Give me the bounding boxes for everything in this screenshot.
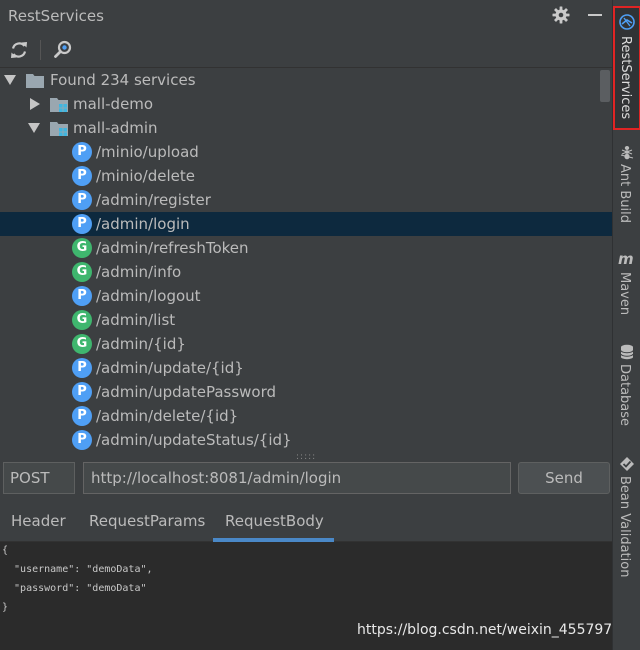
toolbar xyxy=(0,32,612,68)
side-tab-bean-validation[interactable]: Bean Validation xyxy=(613,454,640,578)
post-method-icon: P xyxy=(72,166,92,186)
service-path: /admin/updateStatus/{id} xyxy=(96,431,292,449)
rest-services-panel: RestServices Found 234 services mall-dem… xyxy=(0,0,630,650)
service-item[interactable]: P /minio/upload xyxy=(0,140,612,164)
send-button[interactable]: Send xyxy=(518,462,610,494)
module-folder-icon xyxy=(50,98,68,112)
package-folder-icon xyxy=(26,74,44,88)
side-tab-label: Database xyxy=(617,364,632,427)
service-tree: Found 234 services mall-demo mall-admin … xyxy=(0,68,612,460)
panel-header: RestServices xyxy=(0,0,612,32)
tree-root[interactable]: Found 234 services xyxy=(0,68,612,92)
service-path: /minio/upload xyxy=(96,143,199,161)
right-tool-strip: RestServices Ant Build m Maven Database … xyxy=(612,0,640,650)
side-tab-maven[interactable]: m Maven xyxy=(613,250,640,320)
chevron-down-icon[interactable] xyxy=(28,123,40,133)
service-path: /admin/refreshToken xyxy=(96,239,249,257)
service-path: /minio/delete xyxy=(96,167,195,185)
service-item[interactable]: P /admin/updatePassword xyxy=(0,380,612,404)
minimize-icon[interactable] xyxy=(588,14,602,16)
search-icon[interactable] xyxy=(52,39,74,61)
post-method-icon: P xyxy=(72,190,92,210)
service-path: /admin/login xyxy=(96,215,190,233)
module-folder-icon xyxy=(50,122,68,136)
request-tabs: Header RequestParams RequestBody xyxy=(0,502,612,542)
service-path: /admin/updatePassword xyxy=(96,383,277,401)
request-bar: POST http://localhost:8081/admin/login S… xyxy=(0,460,612,500)
get-method-icon: G xyxy=(72,334,92,354)
service-path: /admin/update/{id} xyxy=(96,359,244,377)
method-select[interactable]: POST xyxy=(3,462,75,494)
toolbar-separator xyxy=(40,40,41,60)
tree-module-mall-demo[interactable]: mall-demo xyxy=(0,92,612,116)
side-tab-rest-services[interactable]: RestServices xyxy=(613,6,640,130)
side-tab-label: RestServices xyxy=(618,36,633,120)
service-item[interactable]: G /admin/refreshToken xyxy=(0,236,612,260)
watermark: https://blog.csdn.net/weixin_45579770 xyxy=(357,622,631,638)
tree-scrollbar[interactable] xyxy=(600,70,610,102)
service-item-selected[interactable]: P /admin/login xyxy=(0,212,612,236)
module-label: mall-admin xyxy=(73,119,158,137)
side-tab-database[interactable]: Database xyxy=(613,342,640,426)
post-method-icon: P xyxy=(72,406,92,426)
side-tab-label: Maven xyxy=(617,272,632,316)
tab-request-params[interactable]: RequestParams xyxy=(89,512,205,530)
service-item[interactable]: P /minio/delete xyxy=(0,164,612,188)
body-line: "password": "demoData" xyxy=(2,583,147,594)
get-method-icon: G xyxy=(72,310,92,330)
get-method-icon: G xyxy=(72,262,92,282)
service-path: /admin/delete/{id} xyxy=(96,407,239,425)
post-method-icon: P xyxy=(72,286,92,306)
service-path: /admin/logout xyxy=(96,287,201,305)
side-tab-label: Ant Build xyxy=(617,164,632,223)
body-line: "username": "demoData", xyxy=(2,564,153,575)
service-item[interactable]: P /admin/updateStatus/{id} xyxy=(0,428,612,452)
tab-header[interactable]: Header xyxy=(11,512,66,530)
side-tab-label: Bean Validation xyxy=(617,476,632,578)
post-method-icon: P xyxy=(72,214,92,234)
service-item[interactable]: G /admin/list xyxy=(0,308,612,332)
tab-request-body[interactable]: RequestBody xyxy=(225,512,324,530)
get-method-icon: G xyxy=(72,238,92,258)
service-path: /admin/list xyxy=(96,311,176,329)
database-icon xyxy=(620,344,634,360)
rest-services-icon xyxy=(619,14,635,30)
post-method-icon: P xyxy=(72,142,92,162)
post-method-icon: P xyxy=(72,430,92,450)
service-item[interactable]: G /admin/{id} xyxy=(0,332,612,356)
maven-icon: m xyxy=(618,250,634,268)
chevron-down-icon[interactable] xyxy=(4,75,16,85)
gear-icon[interactable] xyxy=(552,6,570,24)
tree-module-mall-admin[interactable]: mall-admin xyxy=(0,116,612,140)
url-input[interactable]: http://localhost:8081/admin/login xyxy=(83,462,511,494)
service-path: /admin/register xyxy=(96,191,211,209)
service-item[interactable]: P /admin/register xyxy=(0,188,612,212)
bean-validation-icon xyxy=(620,457,634,471)
panel-title: RestServices xyxy=(8,7,104,25)
service-item[interactable]: G /admin/info xyxy=(0,260,612,284)
chevron-right-icon[interactable] xyxy=(30,98,40,110)
tree-root-label: Found 234 services xyxy=(50,71,196,89)
side-tab-ant-build[interactable]: Ant Build xyxy=(613,142,640,226)
service-item[interactable]: P /admin/logout xyxy=(0,284,612,308)
service-item[interactable]: P /admin/delete/{id} xyxy=(0,404,612,428)
body-line: { xyxy=(2,545,9,556)
service-path: /admin/{id} xyxy=(96,335,186,353)
post-method-icon: P xyxy=(72,358,92,378)
post-method-icon: P xyxy=(72,382,92,402)
service-item[interactable]: P /admin/update/{id} xyxy=(0,356,612,380)
body-line: } xyxy=(2,602,9,613)
ant-icon xyxy=(620,146,634,160)
service-path: /admin/info xyxy=(96,263,182,281)
refresh-icon[interactable] xyxy=(8,39,30,61)
module-label: mall-demo xyxy=(73,95,154,113)
